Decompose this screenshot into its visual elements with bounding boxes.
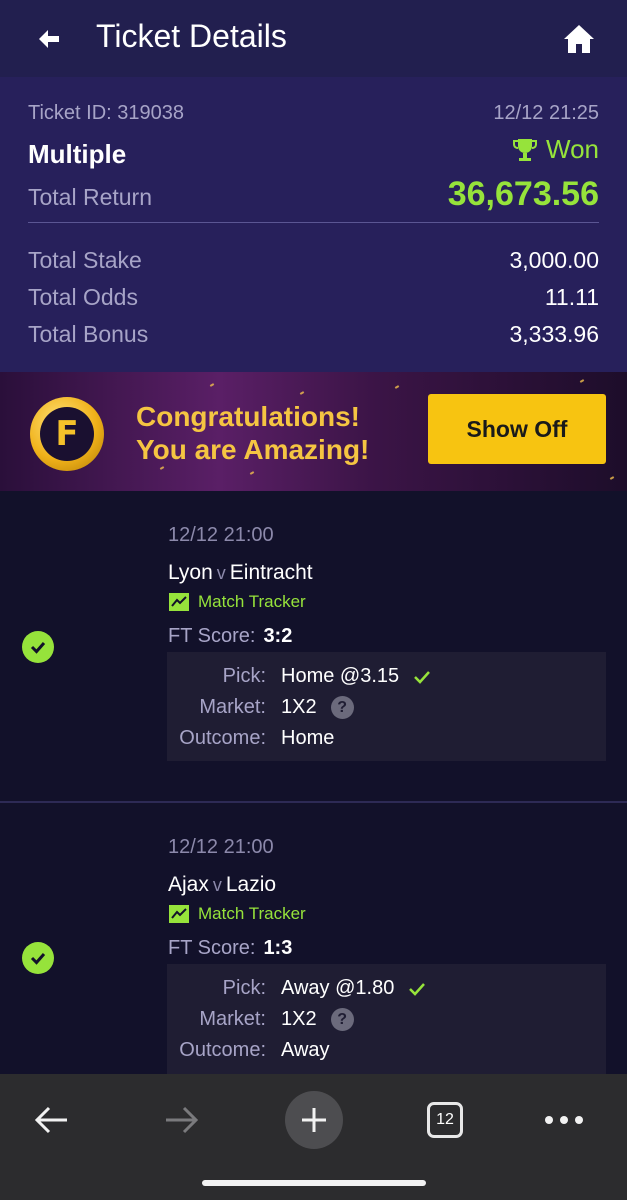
home-icon[interactable]: [562, 22, 596, 56]
outcome-label: Outcome:: [179, 727, 266, 749]
away-team: Lazio: [225, 873, 277, 896]
total-return-label: Total Return: [28, 184, 153, 210]
browser-back-icon[interactable]: [21, 1090, 81, 1150]
versus: v: [212, 875, 222, 895]
market-label: Market:: [199, 1008, 266, 1030]
pick-label: Pick:: [222, 977, 266, 999]
selection-card: 12/12 21:00 Lyon v Eintracht Match Tracker…: [0, 491, 627, 801]
match-teams: Ajax v Lazio: [168, 873, 276, 897]
stat-label: Total Stake: [28, 247, 142, 273]
pick-value: Away @1.80: [281, 977, 395, 999]
confetti: [299, 391, 305, 395]
status-badge: Won: [512, 134, 599, 165]
stat-label: Total Odds: [28, 284, 138, 310]
ft-score: FT Score: 3:2: [168, 625, 292, 648]
home-indicator[interactable]: [202, 1180, 426, 1186]
pick-label: Pick:: [222, 665, 266, 687]
stat-row-stake: Total Stake 3,000.00: [28, 247, 599, 274]
market-value: 1X2: [281, 696, 317, 718]
chart-icon: [169, 905, 189, 923]
match-datetime: 12/12 21:00: [168, 524, 274, 546]
match-datetime: 12/12 21:00: [168, 836, 274, 858]
ft-score: FT Score: 1:3: [168, 937, 292, 960]
checkmark-icon: [409, 982, 426, 996]
pick-value: Home @3.15: [281, 665, 400, 687]
ft-label: FT Score:: [168, 625, 256, 647]
ticket-type-row: Multiple Won: [28, 134, 599, 170]
stat-value: 3,000.00: [509, 247, 599, 273]
match-tracker-link[interactable]: Match Tracker: [168, 592, 306, 612]
ticket-id: Ticket ID: 319038: [28, 102, 185, 124]
browser-forward-icon[interactable]: [152, 1090, 212, 1150]
stat-value: 3,333.96: [509, 321, 599, 347]
total-return-row: Total Return 36,673.56: [28, 175, 599, 214]
home-team: Ajax: [168, 873, 209, 896]
plus-icon: [285, 1091, 343, 1149]
match-teams: Lyon v Eintracht: [168, 561, 313, 585]
confetti: [209, 383, 215, 387]
home-team: Lyon: [168, 561, 213, 584]
congrats-line-2: You are Amazing!: [136, 434, 370, 465]
confetti: [609, 476, 615, 480]
divider: [28, 222, 599, 223]
help-icon[interactable]: ?: [330, 1008, 354, 1031]
congrats-banner: F Congratulations! You are Amazing! Show…: [0, 372, 627, 491]
stat-row-odds: Total Odds 11.11: [28, 284, 599, 311]
pick-details: Pick: Away @1.80 Market: 1X2? Outcome: A…: [167, 964, 606, 1074]
match-tracker-link[interactable]: Match Tracker: [168, 904, 306, 924]
back-arrow-icon[interactable]: [34, 24, 64, 54]
check-circle-icon: [22, 942, 54, 974]
stat-row-bonus: Total Bonus 3,333.96: [28, 321, 599, 348]
show-off-button[interactable]: Show Off: [428, 394, 606, 464]
bet-type: Multiple: [28, 138, 127, 169]
brand-logo-icon: F: [30, 397, 104, 471]
check-circle-icon: [22, 631, 54, 663]
confetti: [394, 385, 400, 389]
match-tracker-label: Match Tracker: [198, 904, 306, 923]
ticket-datetime: 12/12 21:25: [493, 102, 599, 124]
status-text: Won: [546, 134, 599, 164]
app-header: Ticket Details: [0, 0, 627, 77]
new-tab-button[interactable]: [284, 1090, 344, 1150]
stat-label: Total Bonus: [28, 321, 149, 347]
ticket-meta-row: Ticket ID: 319038 12/12 21:25: [28, 102, 599, 125]
tab-count: 12: [427, 1102, 463, 1138]
chart-icon: [169, 593, 189, 611]
stat-value: 11.11: [544, 284, 599, 310]
trophy-icon: [513, 138, 537, 161]
congrats-text: Congratulations! You are Amazing!: [136, 400, 369, 466]
confetti: [249, 471, 255, 475]
market-label: Market:: [199, 696, 266, 718]
checkmark-icon: [414, 670, 431, 684]
page-title: Ticket Details: [96, 18, 287, 54]
tab-switcher-button[interactable]: 12: [415, 1090, 475, 1150]
confetti: [159, 466, 165, 470]
ticket-summary: Ticket ID: 319038 12/12 21:25 Multiple W…: [0, 77, 627, 372]
outcome-value: Away: [281, 1039, 330, 1061]
versus: v: [216, 563, 226, 583]
selection-card: 12/12 21:00 Ajax v Lazio Match Tracker FT …: [0, 803, 627, 1074]
away-team: Eintracht: [229, 561, 313, 584]
more-menu-icon[interactable]: [534, 1090, 594, 1150]
confetti: [579, 379, 585, 383]
ft-score-value: 1:3: [263, 937, 293, 959]
total-return-value: 36,673.56: [447, 175, 599, 213]
ft-label: FT Score:: [168, 937, 256, 959]
help-icon[interactable]: ?: [330, 696, 354, 719]
ft-score-value: 3:2: [263, 625, 293, 647]
market-value: 1X2: [281, 1008, 317, 1030]
match-tracker-label: Match Tracker: [198, 592, 306, 611]
congrats-line-1: Congratulations!: [136, 401, 360, 432]
pick-details: Pick: Home @3.15 Market: 1X2? Outcome: H…: [167, 652, 606, 761]
outcome-label: Outcome:: [179, 1039, 266, 1061]
outcome-value: Home: [281, 727, 335, 749]
